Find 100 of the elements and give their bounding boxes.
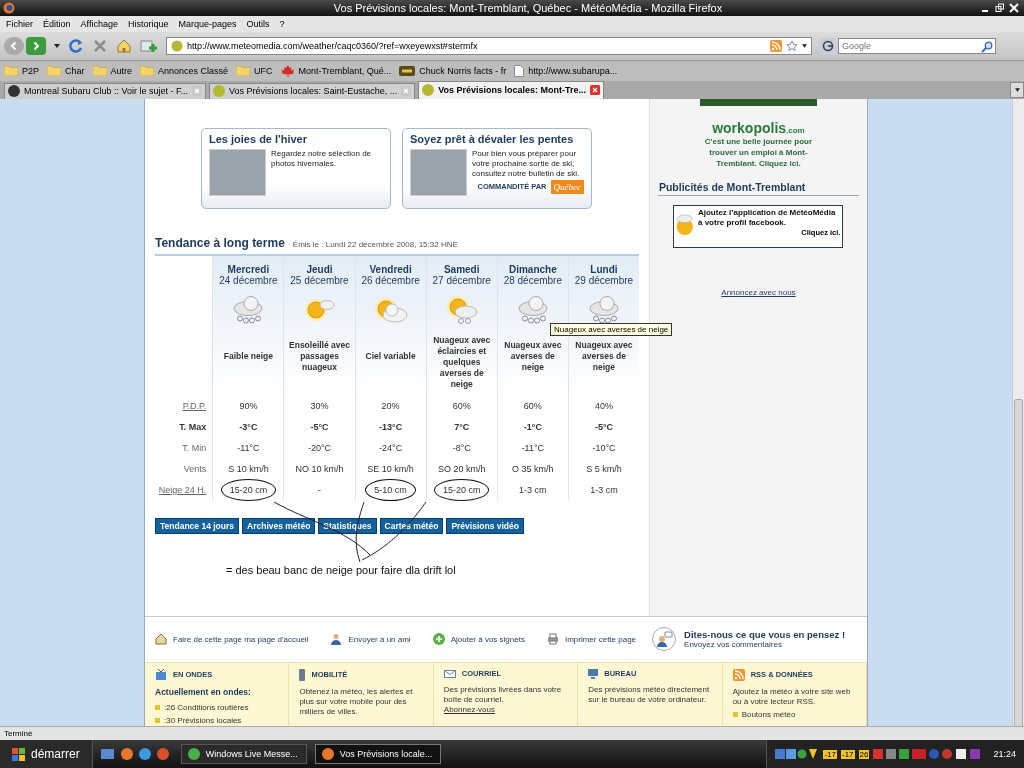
browser-tab[interactable]: Montreal Subaru Club :: Voir le sujet - F... bbox=[4, 82, 207, 99]
footer-list-item[interactable]: Boutons météo bbox=[732, 709, 857, 720]
bookmark-item[interactable]: Annonces Classé bbox=[140, 65, 229, 77]
banner-strip[interactable] bbox=[699, 98, 817, 106]
menu-item[interactable]: Fichier bbox=[2, 18, 39, 29]
bookmark-item[interactable]: P2P bbox=[4, 65, 39, 77]
bookmark-item[interactable]: Char bbox=[47, 65, 85, 77]
search-engine-icon[interactable] bbox=[820, 37, 836, 54]
temperature-badge[interactable]: -17 bbox=[841, 749, 855, 759]
menu-item[interactable]: Édition bbox=[39, 18, 77, 29]
start-button[interactable]: démarrer bbox=[0, 740, 93, 768]
person-icon[interactable] bbox=[330, 633, 343, 646]
issued-date: Émis le : Lundi 22 décembre 2008, 15:32 HNE bbox=[292, 239, 458, 249]
day-name: Dimanche bbox=[508, 263, 557, 275]
maple-leaf-icon[interactable] bbox=[280, 64, 295, 77]
row-label: T. Min bbox=[182, 441, 207, 455]
forward-button[interactable] bbox=[26, 36, 46, 55]
window-title: Vos Prévisions locales: Mont-Tremblant, Québec - MétéoMédia - Mozilla Firefox bbox=[332, 1, 724, 14]
app-icon[interactable] bbox=[187, 748, 200, 761]
printer-icon[interactable] bbox=[546, 633, 559, 646]
menu-item[interactable]: Affichage bbox=[76, 18, 124, 29]
subscribe-link[interactable]: Abonnez-vous bbox=[443, 704, 495, 715]
dropdown-arrow-icon[interactable] bbox=[54, 43, 60, 48]
promo-title[interactable]: Soyez prêt à dévaler les pentes bbox=[410, 132, 584, 145]
job-ad[interactable]: workopolis.com C'est une belle journée pour trouver un emploi à Mont-Tremblant. Cliquez ici. bbox=[693, 119, 824, 169]
day-date: 28 décembre bbox=[503, 274, 562, 286]
reload-icon[interactable] bbox=[68, 37, 84, 54]
back-button[interactable] bbox=[4, 36, 24, 55]
home-icon[interactable] bbox=[116, 37, 132, 54]
site-icon bbox=[213, 85, 226, 98]
tab-list-button[interactable] bbox=[1010, 81, 1024, 98]
page-action-link[interactable]: Envoyer à un ami bbox=[330, 633, 411, 646]
badge-icon[interactable] bbox=[399, 65, 416, 76]
section-button[interactable]: Cartes météo bbox=[379, 517, 444, 534]
firefox-icon bbox=[3, 1, 15, 14]
section-button[interactable]: Tendance 14 jours bbox=[155, 517, 239, 534]
star-icon[interactable] bbox=[786, 39, 798, 52]
bookmark-item[interactable]: http://www.subarupa... bbox=[514, 64, 618, 77]
address-field[interactable]: http://www.meteomedia.com/weather/caqc0360/?ref=wxeyewxst#stermfx bbox=[166, 36, 812, 55]
menu-item[interactable]: ? bbox=[275, 18, 291, 29]
bookmark-item[interactable]: UFC bbox=[236, 65, 273, 77]
section-heading: Tendance à long terme bbox=[155, 235, 285, 250]
page-action-link[interactable]: Ajouter à vos signets bbox=[432, 633, 525, 646]
table-cell-text: 1-3 cm bbox=[518, 484, 548, 498]
dropdown-arrow-icon[interactable] bbox=[802, 43, 807, 48]
restore-button[interactable] bbox=[995, 2, 1005, 13]
handwritten-note: = des beau banc de neige pour faire dla drift lol bbox=[226, 563, 457, 576]
windows-logo-icon[interactable] bbox=[12, 747, 25, 761]
footer-text: Obtenez la météo, les alertes et plus sur votre mobile pour des milliers de villes. bbox=[299, 686, 414, 717]
footer-list-item[interactable]: :30 Prévisions locales bbox=[155, 715, 279, 726]
plus-icon[interactable] bbox=[432, 633, 445, 646]
bookmark-item[interactable]: Chuck Norris facts - fr bbox=[399, 65, 507, 76]
scrollbar[interactable] bbox=[1012, 98, 1024, 727]
section-button[interactable]: Statistiques bbox=[318, 517, 377, 534]
section-button[interactable]: Prévisions vidéo bbox=[446, 517, 524, 534]
table-cell-text: 7°C bbox=[453, 421, 471, 435]
close-icon[interactable] bbox=[590, 85, 601, 96]
menu-item[interactable]: Outils bbox=[242, 18, 276, 29]
taskbar-button[interactable]: Vos Prévisions locale... bbox=[314, 744, 441, 765]
page-icon[interactable] bbox=[514, 64, 525, 77]
close-button[interactable] bbox=[1009, 2, 1019, 13]
page-action-link[interactable]: Faire de cette page ma page d'accueil bbox=[155, 633, 309, 646]
temperature-badge[interactable]: 26 bbox=[858, 749, 870, 759]
menu-item[interactable]: Marque-pages bbox=[174, 18, 243, 29]
rss-icon[interactable] bbox=[770, 39, 782, 52]
section-button[interactable]: Archives météo bbox=[242, 517, 316, 534]
row-label[interactable]: P.D.P. bbox=[182, 395, 207, 417]
temperature-badge[interactable]: -17 bbox=[823, 749, 837, 759]
promo-text: Regardez notre sélection de photos hivernales. bbox=[271, 148, 373, 169]
weather-condition: Nuageux avec éclaircies et quelques averses de neige bbox=[432, 334, 492, 390]
taskbar-button[interactable]: Windows Live Messe... bbox=[180, 744, 307, 765]
rss-icon bbox=[732, 668, 745, 681]
browser-tab[interactable]: Vos Prévisions locales: Saint-Eustache, ... bbox=[209, 82, 416, 99]
table-cell-text: -10°C bbox=[591, 442, 617, 456]
table-cell-text: 60% bbox=[451, 400, 472, 414]
search-icon[interactable] bbox=[981, 40, 993, 53]
photo-placeholder bbox=[209, 148, 266, 196]
stop-icon[interactable] bbox=[92, 37, 108, 54]
new-tab-icon[interactable] bbox=[140, 37, 158, 54]
feedback-icon[interactable] bbox=[652, 627, 677, 652]
promo-title[interactable]: Les joies de l'hiver bbox=[209, 132, 383, 145]
day-name: Jeudi bbox=[306, 263, 333, 275]
tray-icons-drawing[interactable] bbox=[775, 748, 820, 761]
house-icon[interactable] bbox=[155, 633, 167, 646]
row-label[interactable]: Neige 24 H. bbox=[158, 479, 207, 501]
job-ad-text[interactable]: C'est une belle journée pour trouver un emploi à Mont-Tremblant. Cliquez ici. bbox=[693, 135, 824, 169]
status-text: Terminé bbox=[4, 729, 33, 739]
table-cell-text: -8°C bbox=[451, 442, 472, 456]
menu-item[interactable]: Historique bbox=[123, 18, 175, 29]
dropdown-arrow-icon[interactable] bbox=[1014, 87, 1020, 92]
page-action-link[interactable]: Imprimer cette page bbox=[546, 633, 637, 646]
bookmark-item[interactable]: Mont-Tremblant, Qué... bbox=[280, 64, 392, 77]
table-cell-text: -11°C bbox=[236, 442, 261, 456]
bookmark-item[interactable]: Autre bbox=[92, 65, 133, 77]
promo-card[interactable]: Les joies de l'hiver Regardez notre sélection de photos hivernales. bbox=[201, 127, 391, 209]
feedback-link[interactable]: Dites-nous ce que vous en pensez ! bbox=[684, 629, 846, 641]
app-icon[interactable] bbox=[321, 748, 334, 761]
search-field[interactable]: Google bbox=[838, 37, 996, 54]
advertise-link[interactable]: Annoncez avec nous bbox=[721, 287, 796, 297]
footer-list-item[interactable]: :26 Conditions routières bbox=[155, 702, 279, 713]
